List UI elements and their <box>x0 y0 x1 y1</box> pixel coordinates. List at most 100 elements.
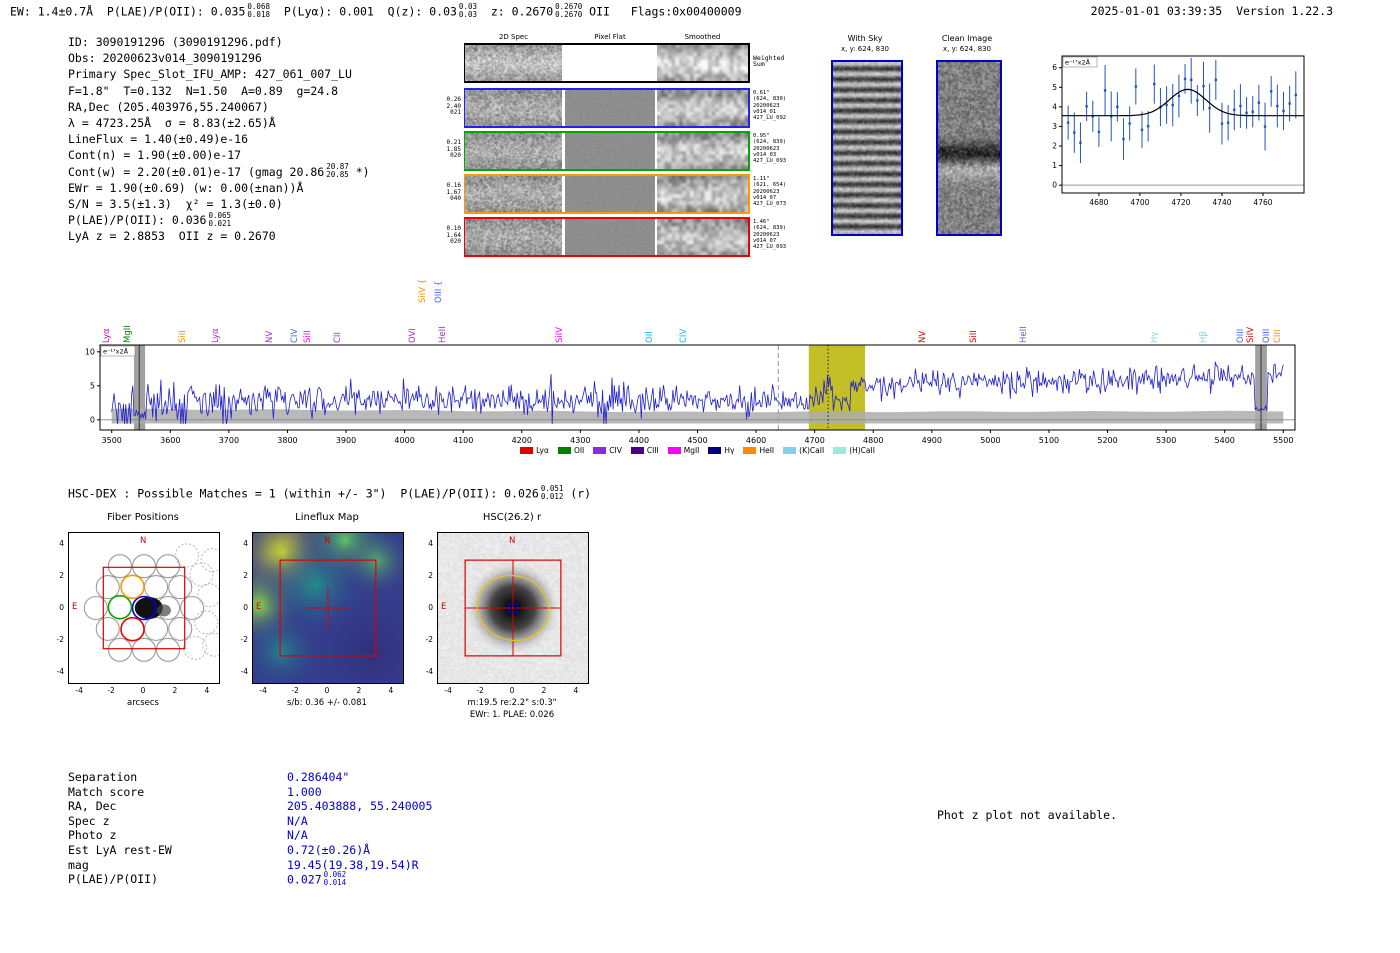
lower-uncertainty: 0.2670 <box>555 9 583 19</box>
match-row-value: 0.72(±0.26)Å <box>287 843 371 857</box>
legend-item: OII <box>557 446 585 455</box>
spec2d-row-weights: 0.26 2.40 021 <box>439 96 461 117</box>
legend-item: CIII <box>630 446 659 455</box>
axis-tick-label: 2 <box>356 686 362 695</box>
axis-tick-label: 2 <box>172 686 178 695</box>
weight-value: 020 <box>450 238 461 246</box>
info-line: λ = 4723.25Å σ = 8.83(±2.65)Å <box>68 115 370 131</box>
match-row-label: P(LAE)/P(OII) <box>68 872 159 887</box>
legend-swatch <box>520 447 534 454</box>
axis-tick-label: 4 <box>59 539 64 549</box>
sky-panel-coords: x, y: 624, 830 <box>943 45 991 53</box>
detection-info-block: ID: 3090191296 (3090191296.pdf) Obs: 2020… <box>68 34 370 244</box>
uncertainty-fraction: 0.03 0.03 <box>459 3 477 19</box>
svg-text:3800: 3800 <box>277 436 297 445</box>
legend-swatch <box>630 447 644 454</box>
catalog-match-header: HSC-DEX : Possible Matches = 1 (within +… <box>68 485 592 502</box>
legend-item: MgII <box>667 446 699 455</box>
svg-text:4800: 4800 <box>863 436 883 445</box>
match-row-value: 205.403888, 55.240005 <box>287 799 433 814</box>
legend-label: (H)CaII <box>849 446 875 455</box>
svg-text:3: 3 <box>1052 122 1057 131</box>
emission-line-label: OIII { <box>434 280 445 303</box>
legend-label: Lyα <box>536 446 549 455</box>
spec2d-row-annotation: 0.95" (624, 839) 20200623 v014_03 427_LU_093 <box>753 133 801 164</box>
east-label: E <box>256 602 262 612</box>
annotation-line: Sum <box>753 60 765 69</box>
axis-tick-label: 0 <box>509 686 515 695</box>
svg-text:3600: 3600 <box>160 436 180 445</box>
legend-label: OII <box>573 446 585 455</box>
axis-tick-label: 0 <box>324 686 330 695</box>
match-row-label: Match score <box>68 784 145 799</box>
axis-tick-label: -4 <box>75 686 83 695</box>
spec2d-row <box>464 88 750 128</box>
north-label: N <box>324 536 331 546</box>
svg-text:4: 4 <box>1052 102 1057 111</box>
axis-tick-label: -2 <box>291 686 299 695</box>
svg-text:5000: 5000 <box>980 436 1000 445</box>
svg-text:4680: 4680 <box>1089 198 1108 207</box>
axis-tick-label: -4 <box>56 666 64 676</box>
legend-label: CIII <box>646 446 659 455</box>
sky-panel-title: Clean Image <box>941 34 993 43</box>
legend-swatch <box>557 447 571 454</box>
legend-swatch <box>708 447 722 454</box>
svg-text:4700: 4700 <box>1130 198 1149 207</box>
axis-tick-label: 2 <box>243 571 248 581</box>
timestamp-version: 2025-01-01 03:39:35 Version 1.22.3 <box>1090 4 1333 18</box>
svg-text:3700: 3700 <box>219 436 239 445</box>
spec2d-strip <box>657 219 748 255</box>
legend-label: HeII <box>759 446 775 455</box>
text-segment: P(LAE)/P(OII): 0.036 <box>68 213 207 228</box>
text-segment: Cont(w) = 2.20(±0.01)e-17 (gmag 20.86 <box>68 164 325 179</box>
svg-text:3900: 3900 <box>336 436 356 445</box>
spec2d-row-annotation: 1.46" (624, 839) 20200623 v014_07 427_LU_093 <box>753 219 801 250</box>
text-segment: 0.027 <box>287 872 322 887</box>
weight-value: 040 <box>450 195 461 203</box>
info-line: LyA z = 2.8853 OII z = 0.2670 <box>68 228 370 244</box>
spec2d-row-weights: 0.21 1.85 020 <box>439 139 461 160</box>
uncertainty-fraction: 0.051 0.012 <box>541 485 564 501</box>
text-segment: F=1.8" T=0.132 N=1.50 A=0.89 g=24.8 <box>68 83 339 98</box>
axis-tick-label: 0 <box>59 603 64 612</box>
spec2d-column-header: Pixel Flat <box>594 33 626 41</box>
spec2d-row-annotation: 1.11" (621, 654) 20200623 v014_07 427_LU_073 <box>753 176 801 207</box>
spec2d-strip <box>657 133 748 169</box>
match-row-label: Est LyA rest-EW <box>68 843 172 857</box>
spec2d-strip <box>657 90 748 126</box>
text-segment: LyA z = 2.8853 OII z = 0.2670 <box>68 229 276 244</box>
text-segment: (r) <box>563 486 592 501</box>
axis-tick-label: 4 <box>243 539 248 549</box>
svg-text:4500: 4500 <box>687 436 707 445</box>
axis-tick-label: -4 <box>425 666 433 676</box>
info-line: Obs: 20200623v014_3090191296 <box>68 50 370 66</box>
line-fit-svg: 0 1 2 3 4 5 6 4680 4700 4720 4740 4760 e⁻¹⁷x2Å <box>1052 55 1305 207</box>
spec2d-strip <box>657 45 748 81</box>
svg-text:0: 0 <box>90 416 95 425</box>
lower-uncertainty: 0.021 <box>208 218 232 228</box>
axis-tick-label: -4 <box>444 686 452 695</box>
axis-tick-label: 2 <box>541 686 547 695</box>
legend-item: CIV <box>593 446 622 455</box>
lower-uncertainty: 0.012 <box>540 491 564 501</box>
weight-value: 020 <box>450 152 461 160</box>
axis-tick-label: 4 <box>204 686 210 695</box>
svg-text:2: 2 <box>1052 142 1057 151</box>
match-row-label: mag <box>68 857 89 872</box>
spec2d-strip <box>657 176 748 212</box>
match-row-value: 0.027 0.062 0.014 <box>287 871 346 888</box>
spec2d-row <box>464 43 750 83</box>
full-spectrum-plot: 0 5 10 3500 3600 3700 3800 3900 4000 4100 4200 4300… <box>85 338 1310 456</box>
text-segment: P(Lyα): 0.001 Q(z): 0.03 <box>269 4 457 19</box>
cutout-lineflux <box>252 532 404 684</box>
info-line: RA,Dec (205.403976,55.240067) <box>68 99 370 115</box>
cutout-fiber <box>68 532 227 684</box>
cutout-title: HSC(26.2) r <box>482 512 542 523</box>
axis-tick-label: -2 <box>425 634 433 644</box>
legend-item: HeII <box>743 446 774 455</box>
svg-text:5200: 5200 <box>1097 436 1117 445</box>
match-row-value: N/A <box>287 813 308 828</box>
spec2d-strip <box>565 219 655 255</box>
spec2d-column-header: Smoothed <box>684 33 721 41</box>
